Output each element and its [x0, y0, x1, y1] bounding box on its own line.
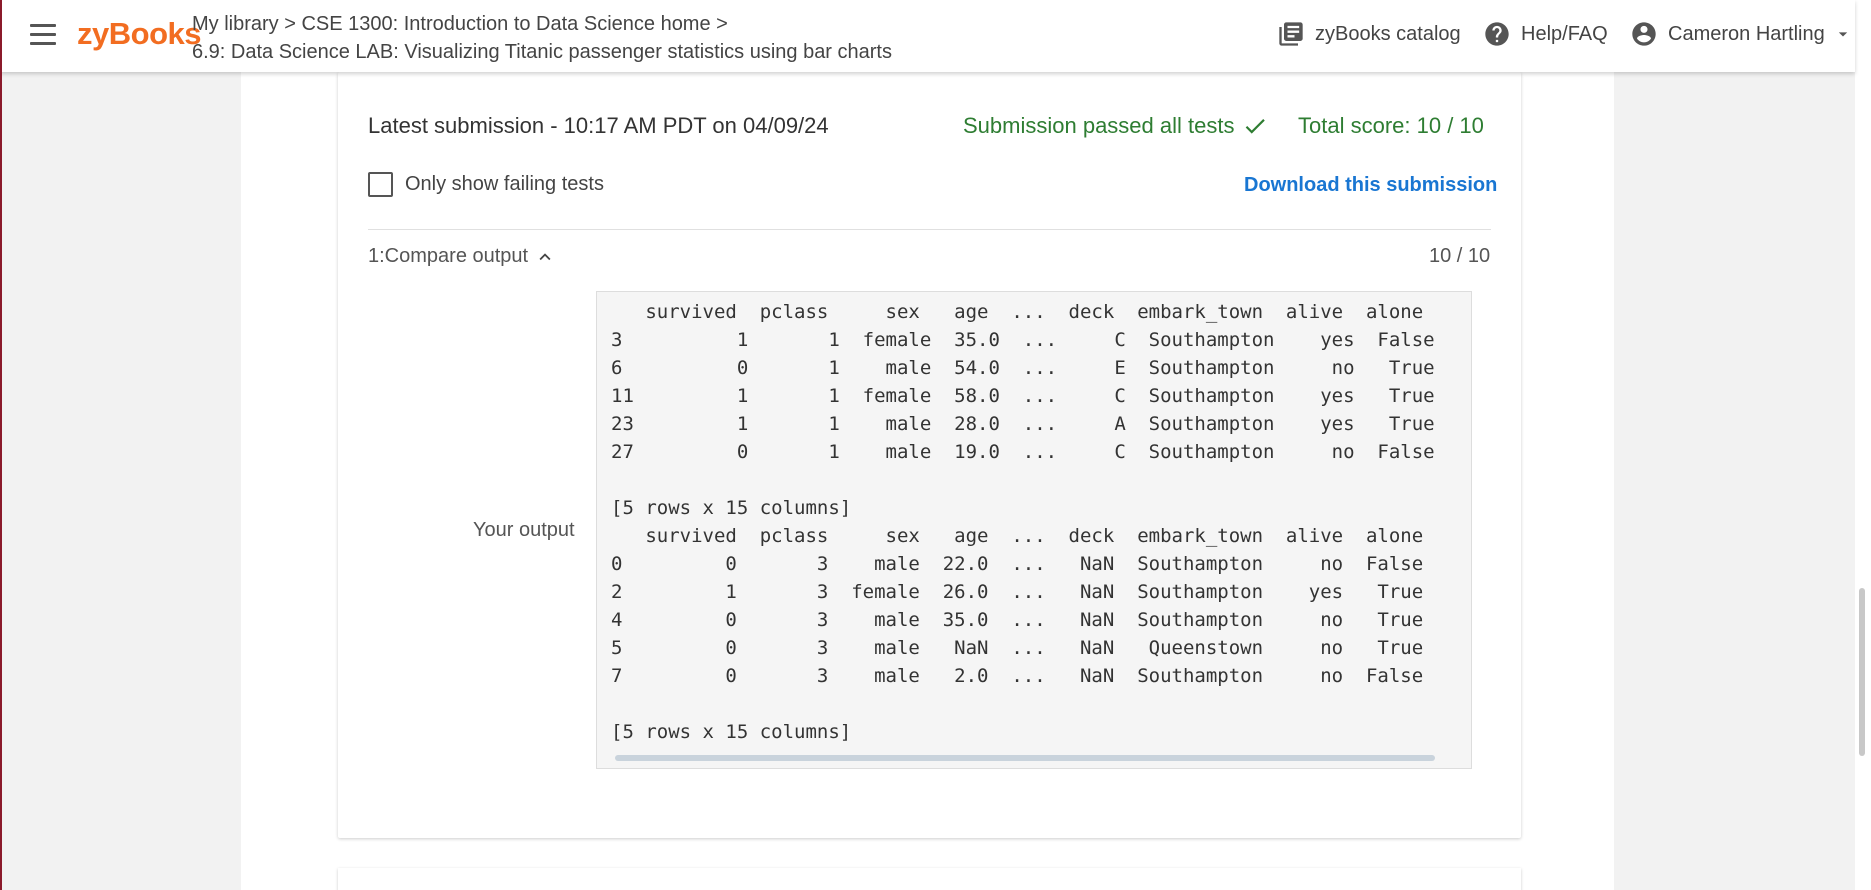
only-failing-checkbox[interactable]: [368, 172, 393, 197]
horizontal-scrollbar[interactable]: [615, 755, 1435, 761]
account-icon: [1632, 22, 1656, 46]
help-faq-link[interactable]: Help/FAQ: [1483, 20, 1608, 48]
check-icon: [1246, 119, 1266, 134]
help-icon: [1485, 22, 1509, 46]
menu-icon[interactable]: [30, 24, 56, 46]
only-failing-filter[interactable]: Only show failing tests: [368, 172, 604, 197]
user-menu[interactable]: Cameron Hartling: [1630, 20, 1853, 48]
breadcrumb: My library > CSE 1300: Introduction to D…: [192, 10, 892, 66]
chevron-up-icon: [539, 252, 551, 260]
latest-submission-heading: Latest submission - 10:17 AM PDT on 04/0…: [368, 113, 829, 138]
total-score: Total score: 10 / 10: [1298, 113, 1484, 138]
test-title: 1:Compare output: [368, 245, 529, 267]
submission-status-text: Submission passed all tests: [963, 113, 1235, 138]
section-divider: [368, 229, 1491, 230]
breadcrumb-path[interactable]: My library > CSE 1300: Introduction to D…: [192, 10, 892, 38]
next-card: [338, 868, 1521, 890]
only-failing-label[interactable]: Only show failing tests: [405, 173, 604, 196]
zybooks-logo[interactable]: zyBooks: [77, 16, 201, 52]
top-bar: zyBooks My library > CSE 1300: Introduct…: [0, 0, 1855, 72]
library-icon: [1279, 22, 1303, 46]
program-output: survived pclass sex age ... deck embark_…: [611, 301, 1435, 743]
caret-down-icon: [1838, 32, 1847, 37]
vertical-scrollbar-thumb[interactable]: [1859, 588, 1865, 756]
output-box[interactable]: survived pclass sex age ... deck embark_…: [596, 291, 1472, 769]
your-output-label: Your output: [473, 519, 575, 541]
test-toggle[interactable]: 1:Compare output: [368, 245, 556, 268]
user-name: Cameron Hartling: [1668, 22, 1825, 45]
vertical-scrollbar-track[interactable]: [1855, 0, 1871, 890]
zybooks-catalog-label: zyBooks catalog: [1315, 22, 1461, 45]
window-edge: [0, 0, 2, 890]
breadcrumb-current-section: 6.9: Data Science LAB: Visualizing Titan…: [192, 41, 892, 63]
help-faq-label: Help/FAQ: [1521, 22, 1608, 45]
test-score: 10 / 10: [1429, 245, 1491, 267]
zybooks-catalog-link[interactable]: zyBooks catalog: [1277, 20, 1461, 48]
submission-status: Submission passed all tests: [963, 113, 1268, 139]
download-submission-button[interactable]: Download this submission: [1244, 174, 1497, 197]
